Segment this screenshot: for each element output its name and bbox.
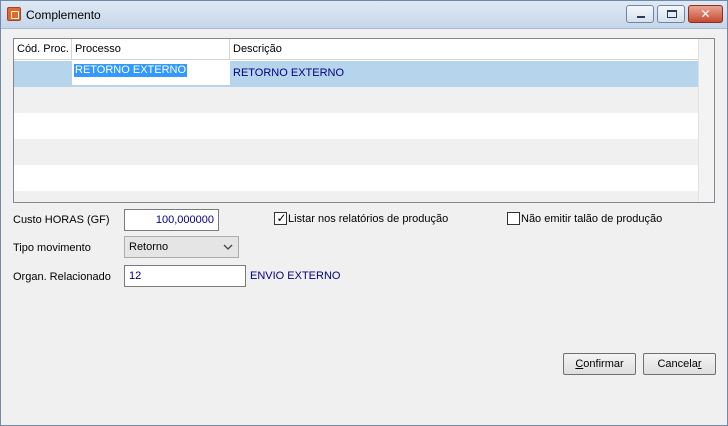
empty-row[interactable] xyxy=(14,139,698,165)
window-title: Complemento xyxy=(26,8,101,22)
empty-row[interactable] xyxy=(14,191,698,202)
column-header-descricao[interactable]: Descrição xyxy=(230,39,698,60)
tipo-movimento-value: Retorno xyxy=(129,241,169,253)
cancelar-mnemonic: r xyxy=(697,358,702,370)
custo-label: Custo HORAS (GF) xyxy=(13,214,110,226)
minimize-button[interactable] xyxy=(626,5,654,23)
confirmar-button[interactable]: Confirmar xyxy=(563,353,636,375)
grid-vertical-scrollbar[interactable] xyxy=(698,39,714,202)
title-bar[interactable]: Complemento ✕ xyxy=(1,1,727,29)
nao-emitir-talao-label[interactable]: Não emitir talão de produção xyxy=(521,213,662,225)
processo-cell-text: RETORNO EXTERNO xyxy=(74,64,188,77)
maximize-icon xyxy=(667,10,677,18)
process-grid[interactable]: Cód. Proc. Processo Descrição RETORNO EX… xyxy=(13,38,715,203)
column-header-processo[interactable]: Processo xyxy=(72,39,230,60)
tipo-movimento-select[interactable]: Retorno xyxy=(124,236,239,258)
organ-relacionado-input[interactable]: 12 xyxy=(124,265,246,287)
column-header-codigo[interactable]: Cód. Proc. xyxy=(14,39,72,60)
chevron-down-icon xyxy=(223,244,233,250)
dialog-window: Complemento ✕ Cód. Proc. Processo Descri… xyxy=(0,0,728,426)
grid-header: Cód. Proc. Processo Descrição xyxy=(14,39,698,60)
empty-row[interactable] xyxy=(14,165,698,191)
table-row[interactable]: RETORNO EXTERNO RETORNO EXTERNO xyxy=(14,61,698,87)
maximize-button[interactable] xyxy=(657,5,685,23)
empty-row[interactable] xyxy=(14,87,698,113)
close-icon: ✕ xyxy=(700,7,711,21)
custo-horas-input[interactable]: 100,000000 xyxy=(124,209,219,231)
confirmar-label: onfirmar xyxy=(583,358,624,370)
nao-emitir-talao-checkbox[interactable] xyxy=(507,212,520,225)
listar-relatorios-label[interactable]: Listar nos relatórios de produção xyxy=(288,213,448,225)
check-icon: ✓ xyxy=(276,211,287,225)
cancelar-button[interactable]: Cancelar xyxy=(643,353,716,375)
minimize-icon xyxy=(637,16,645,18)
organ-relacionado-label: Organ. Relacionado xyxy=(13,271,111,283)
cancelar-label: Cancela xyxy=(657,358,698,370)
tipo-movimento-label: Tipo movimento xyxy=(13,242,91,254)
close-button[interactable]: ✕ xyxy=(688,5,723,23)
descricao-cell: RETORNO EXTERNO xyxy=(233,67,345,79)
app-icon xyxy=(7,7,21,21)
organ-relacionado-description: ENVIO EXTERNO xyxy=(250,270,341,282)
listar-relatorios-checkbox[interactable]: ✓ xyxy=(274,211,287,225)
empty-row[interactable] xyxy=(14,113,698,139)
processo-cell-editor[interactable]: RETORNO EXTERNO xyxy=(72,61,230,85)
